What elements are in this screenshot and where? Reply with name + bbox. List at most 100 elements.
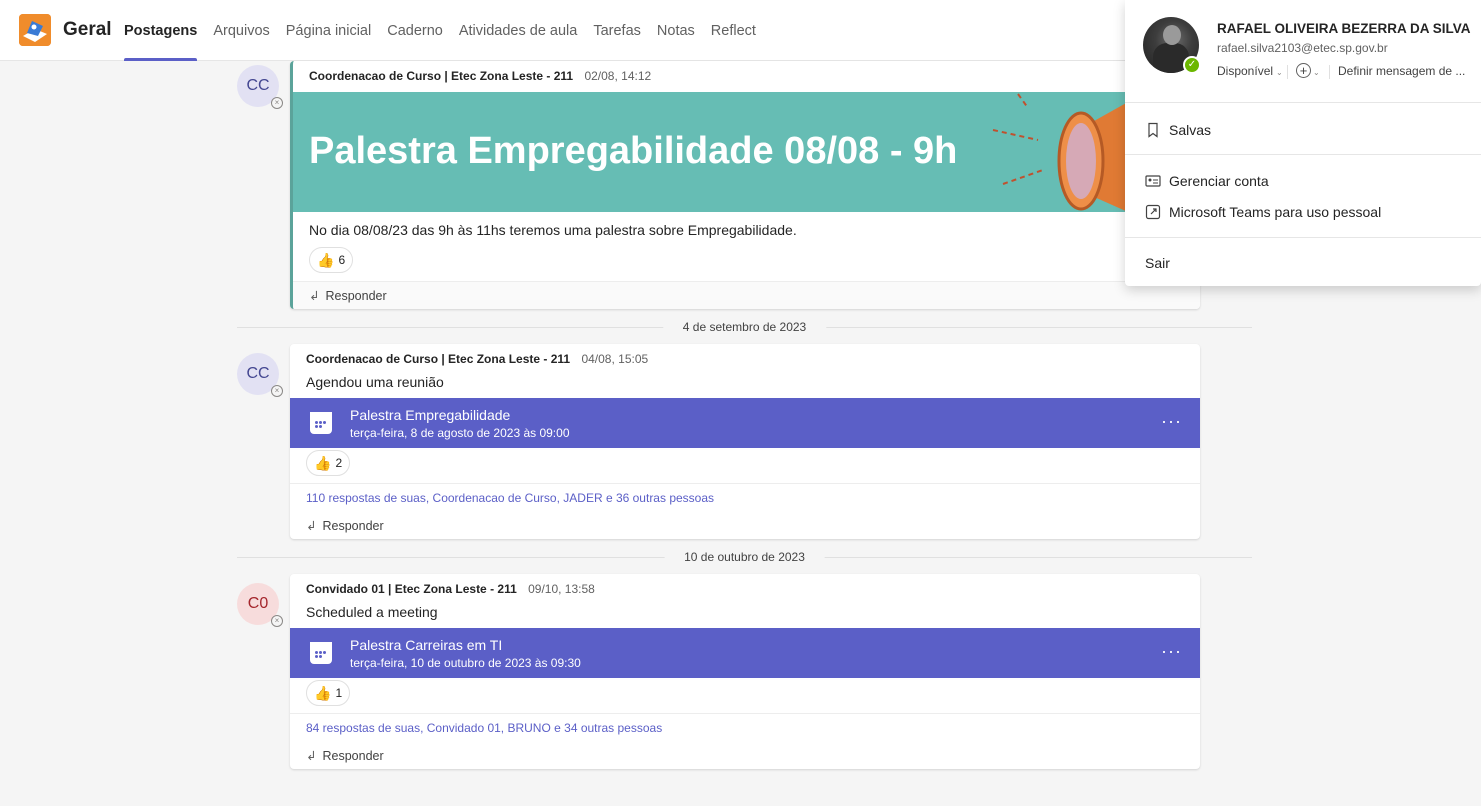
- tab-reflect[interactable]: Reflect: [711, 0, 756, 61]
- date-separator-label: 10 de outubro de 2023: [664, 550, 825, 564]
- post-body: No dia 08/08/23 das 9h às 11hs teremos u…: [309, 222, 797, 238]
- meeting-card[interactable]: Palestra Carreiras em TI terça-feira, 10…: [290, 628, 1200, 678]
- like-reaction[interactable]: 👍 1: [306, 680, 351, 706]
- avatar-initials: CC: [246, 77, 270, 94]
- avatar-initials: CC: [246, 365, 270, 382]
- tab-tarefas[interactable]: Tarefas: [593, 0, 641, 61]
- channel-title: Geral: [63, 19, 112, 40]
- reaction-count: 6: [338, 253, 346, 267]
- calendar-icon: [310, 642, 332, 664]
- post-timestamp: 04/08, 15:05: [581, 352, 649, 366]
- reply-button[interactable]: ↲ Responder: [306, 748, 384, 763]
- team-logo-icon[interactable]: [19, 14, 51, 46]
- replies-summary-link[interactable]: 110 respostas de suas, Coordenacao de Cu…: [306, 491, 714, 505]
- reply-label: Responder: [322, 749, 384, 763]
- divider: [290, 713, 1200, 714]
- status-selector[interactable]: Disponível ⌄: [1217, 64, 1283, 78]
- post-timestamp: 02/08, 14:12: [584, 69, 652, 83]
- available-check-icon: ✓: [1183, 56, 1201, 74]
- post-header: Coordenacao de Curso | Etec Zona Leste -…: [309, 69, 651, 83]
- divider: [1125, 237, 1481, 238]
- menu-item-saved[interactable]: Salvas: [1145, 122, 1211, 138]
- more-options-icon[interactable]: ···: [1161, 411, 1182, 432]
- date-separator: 4 de setembro de 2023: [237, 320, 1252, 334]
- bookmark-icon: [1148, 122, 1158, 138]
- reply-label: Responder: [322, 519, 384, 533]
- profile-name: RAFAEL OLIVEIRA BEZERRA DA SILVA: [1217, 21, 1471, 36]
- contact-card-icon: [1145, 175, 1161, 187]
- announcement-banner: Palestra Empregabilidade 08/08 - 9h: [293, 92, 1200, 212]
- divider: [1125, 102, 1481, 103]
- divider: [1329, 65, 1330, 79]
- external-link-icon: [1145, 204, 1161, 220]
- menu-item-label: Salvas: [1169, 122, 1212, 138]
- reply-arrow-icon: ↲: [309, 289, 320, 303]
- calendar-icon: [310, 412, 332, 434]
- date-separator: 10 de outubro de 2023: [237, 550, 1252, 564]
- status-unknown-icon: ×: [271, 97, 283, 109]
- thumbs-up-icon: 👍: [314, 454, 332, 471]
- tab-postagens[interactable]: Postagens: [124, 0, 198, 61]
- menu-item-label: Gerenciar conta: [1169, 173, 1269, 189]
- like-reaction[interactable]: 👍 6: [309, 247, 354, 273]
- post-header: Convidado 01 | Etec Zona Leste - 211 09/…: [306, 582, 595, 596]
- menu-item-manage-account[interactable]: Gerenciar conta: [1145, 173, 1269, 189]
- divider: [1287, 65, 1288, 79]
- more-options-icon[interactable]: ···: [1161, 641, 1182, 662]
- reply-arrow-icon: ↲: [306, 749, 317, 763]
- post-body: Agendou uma reunião: [306, 374, 444, 390]
- post-card: Coordenacao de Curso | Etec Zona Leste -…: [290, 344, 1200, 539]
- meeting-title: Palestra Carreiras em TI: [350, 637, 503, 653]
- status-unknown-icon: ×: [271, 615, 283, 627]
- reaction-count: 2: [335, 456, 343, 470]
- reply-arrow-icon: ↲: [306, 519, 317, 533]
- post-author[interactable]: Convidado 01 | Etec Zona Leste - 211: [306, 582, 517, 596]
- divider: [290, 483, 1200, 484]
- tab-pagina-inicial[interactable]: Página inicial: [286, 0, 371, 61]
- chevron-down-icon: ⌄: [1276, 68, 1283, 77]
- avatar[interactable]: CC ×: [237, 353, 283, 397]
- meeting-title: Palestra Empregabilidade: [350, 407, 511, 423]
- post-timestamp: 09/10, 13:58: [528, 582, 595, 596]
- avatar[interactable]: C0 ×: [237, 583, 283, 627]
- add-status-button[interactable]: + ⌄: [1296, 63, 1320, 78]
- menu-item-label: Sair: [1145, 255, 1170, 271]
- post-author[interactable]: Coordenacao de Curso | Etec Zona Leste -…: [306, 352, 570, 366]
- menu-item-label: Microsoft Teams para uso pessoal: [1169, 204, 1382, 220]
- tab-arquivos[interactable]: Arquivos: [213, 0, 269, 61]
- add-circle-icon: +: [1296, 63, 1311, 78]
- divider: [1125, 154, 1481, 155]
- like-reaction[interactable]: 👍 2: [306, 450, 351, 476]
- reply-button[interactable]: ↲ Responder: [306, 518, 384, 533]
- reply-label: Responder: [325, 289, 387, 303]
- post-body: Scheduled a meeting: [306, 604, 438, 620]
- tab-notas[interactable]: Notas: [657, 0, 695, 61]
- post-card: Coordenacao de Curso | Etec Zona Leste -…: [290, 61, 1200, 309]
- thumbs-up-icon: 👍: [314, 684, 332, 701]
- banner-title: Palestra Empregabilidade 08/08 - 9h: [309, 130, 958, 172]
- replies-summary-link[interactable]: 84 respostas de suas, Convidado 01, BRUN…: [306, 721, 662, 735]
- meeting-date: terça-feira, 10 de outubro de 2023 às 09…: [350, 656, 581, 670]
- meeting-date: terça-feira, 8 de agosto de 2023 às 09:0…: [350, 426, 570, 440]
- tab-bar: Postagens Arquivos Página inicial Cadern…: [124, 0, 772, 61]
- status-label: Disponível: [1217, 64, 1274, 78]
- profile-email: rafael.silva2103@etec.sp.gov.br: [1217, 41, 1388, 55]
- status-unknown-icon: ×: [271, 385, 283, 397]
- menu-item-personal-teams[interactable]: Microsoft Teams para uso pessoal: [1145, 204, 1381, 220]
- avatar-initials: C0: [247, 595, 269, 612]
- reaction-count: 1: [335, 686, 343, 700]
- meeting-card[interactable]: Palestra Empregabilidade terça-feira, 8 …: [290, 398, 1200, 448]
- chevron-down-icon: ⌄: [1313, 68, 1320, 77]
- reply-bar: ↲ Responder: [293, 281, 1200, 309]
- tab-atividades-de-aula[interactable]: Atividades de aula: [459, 0, 578, 61]
- post-author[interactable]: Coordenacao de Curso | Etec Zona Leste -…: [309, 69, 573, 83]
- menu-item-sign-out[interactable]: Sair: [1145, 255, 1170, 271]
- date-separator-label: 4 de setembro de 2023: [662, 320, 827, 334]
- reply-button[interactable]: ↲ Responder: [309, 288, 387, 303]
- set-status-message[interactable]: Definir mensagem de ...: [1338, 64, 1465, 78]
- post-header: Coordenacao de Curso | Etec Zona Leste -…: [306, 352, 648, 366]
- avatar[interactable]: CC ×: [237, 65, 283, 109]
- tab-caderno[interactable]: Caderno: [387, 0, 443, 61]
- profile-menu: ✓ RAFAEL OLIVEIRA BEZERRA DA SILVA rafae…: [1125, 0, 1481, 286]
- post-card: Convidado 01 | Etec Zona Leste - 211 09/…: [290, 574, 1200, 769]
